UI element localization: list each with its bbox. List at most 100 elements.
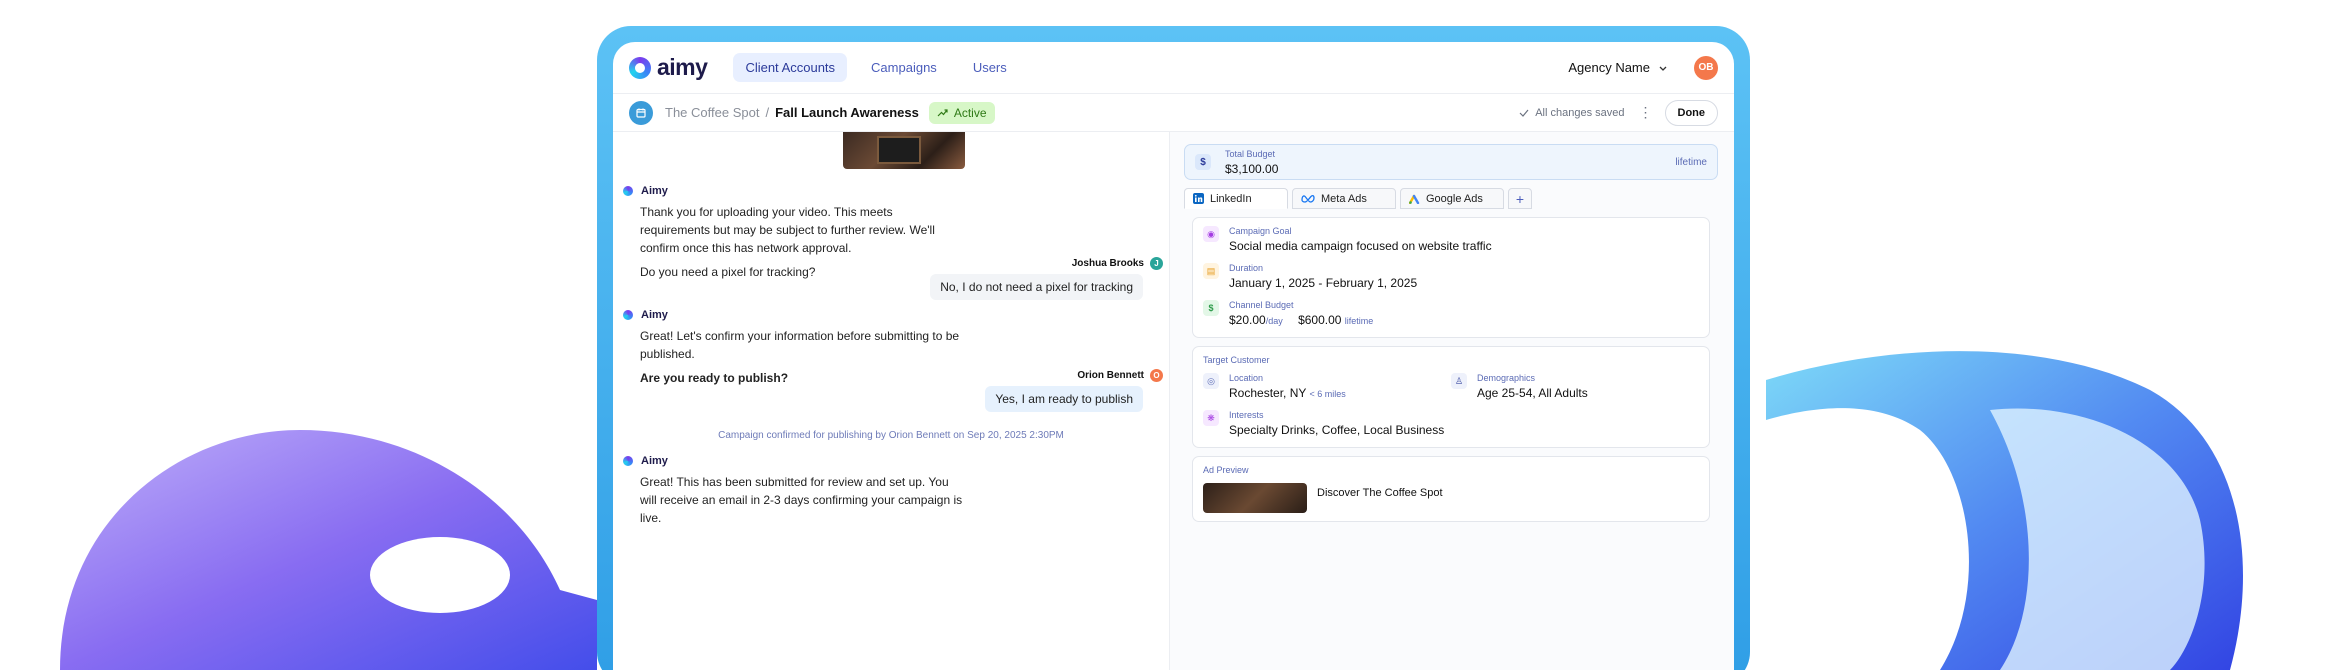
tab-label: Meta Ads (1321, 192, 1367, 205)
tab-google-ads[interactable]: Google Ads (1400, 188, 1504, 209)
device-frame: aimy Client Accounts Campaigns Users Age… (597, 26, 1750, 670)
calendar-icon[interactable] (629, 100, 653, 125)
field-value[interactable]: January 1, 2025 - February 1, 2025 (1229, 276, 1417, 290)
total-budget-card: $ Total Budget $3,100.00 lifetime (1184, 144, 1718, 180)
dollar-icon: $ (1203, 300, 1219, 316)
tab-label: Google Ads (1426, 192, 1483, 205)
save-status: All changes saved (1519, 106, 1625, 119)
save-status-text: All changes saved (1535, 106, 1625, 119)
message-bubble: No, I do not need a pixel for tracking (930, 274, 1143, 300)
done-button[interactable]: Done (1664, 99, 1718, 126)
user-avatar[interactable]: OB (1694, 55, 1718, 80)
assistant-message: Aimy Great! This has been submitted for … (623, 455, 963, 527)
channel-budget-row: $ Channel Budget $20.00/day $600.00 life… (1203, 300, 1699, 327)
daily-budget-unit: /day (1265, 316, 1283, 326)
sender-name: Aimy (641, 309, 668, 321)
target-icon: ◉ (1203, 226, 1219, 242)
tab-users[interactable]: Users (961, 53, 1019, 82)
dollar-icon: $ (1195, 154, 1211, 170)
target-customer-card: Target Customer ◎ Location Rochester, NY… (1192, 346, 1710, 448)
sender-name: Orion Bennett (1077, 370, 1144, 381)
aimy-avatar-icon (623, 186, 633, 196)
lifetime-budget-value: $600.00 (1298, 313, 1342, 327)
field-label: Channel Budget (1229, 300, 1294, 310)
breadcrumb-separator: / (765, 105, 770, 120)
people-icon: ♙ (1451, 373, 1467, 389)
field-value[interactable]: Specialty Drinks, Coffee, Local Business (1229, 423, 1444, 437)
campaign-details-panel: $ Total Budget $3,100.00 lifetime Linked… (1170, 132, 1734, 670)
system-notice: Campaign confirmed for publishing by Ori… (718, 430, 1064, 441)
sender-name: Aimy (641, 455, 668, 467)
app-logo[interactable]: aimy (629, 54, 708, 81)
workspace: Aimy Thank you for uploading your video.… (613, 132, 1734, 670)
message-text: Great! Let's confirm your information be… (640, 329, 960, 361)
location-value: Rochester, NY (1229, 386, 1307, 400)
message-text: Are you ready to publish? (640, 371, 789, 385)
avatar: J (1150, 257, 1163, 270)
field-label: Campaign Goal (1229, 226, 1292, 236)
logo-text: aimy (657, 54, 708, 80)
duration-row: ▤ Duration January 1, 2025 - February 1,… (1203, 263, 1699, 290)
card-title: Target Customer (1203, 355, 1270, 365)
aimy-avatar-icon (623, 310, 633, 320)
total-budget-label: Total Budget (1225, 148, 1276, 159)
sender-name: Aimy (641, 185, 668, 197)
meta-icon (1301, 195, 1315, 203)
message-sender: Aimy (623, 185, 963, 197)
tab-client-accounts[interactable]: Client Accounts (733, 53, 848, 82)
top-nav: aimy Client Accounts Campaigns Users Age… (613, 42, 1734, 94)
logo-icon (629, 56, 651, 79)
ad-preview[interactable]: Discover The Coffee Spot (1203, 483, 1699, 513)
field-value[interactable]: Rochester, NY < 6 miles (1229, 386, 1346, 400)
aimy-avatar-icon (623, 456, 633, 466)
budget-period: lifetime (1675, 156, 1707, 168)
campaign-header: The Coffee Spot / Fall Launch Awareness … (613, 94, 1734, 132)
user-message: Joshua Brooks J No, I do not need a pixe… (930, 257, 1163, 300)
daily-budget-value: $20.00 (1229, 313, 1266, 327)
message-sender: Joshua Brooks J (1072, 257, 1163, 270)
ad-preview-card: Ad Preview Discover The Coffee Spot (1192, 456, 1710, 522)
chevron-down-icon (1659, 66, 1667, 71)
field-value[interactable]: Age 25-54, All Adults (1477, 386, 1588, 400)
user-message: Orion Bennett O Yes, I am ready to publi… (985, 369, 1163, 412)
sender-name: Joshua Brooks (1071, 258, 1144, 269)
linkedin-icon (1193, 193, 1204, 204)
more-options-icon[interactable]: ⋮ (1639, 104, 1653, 121)
lightbulb-icon: ❋ (1203, 410, 1219, 426)
message-bubble: Yes, I am ready to publish (985, 386, 1143, 412)
uploaded-image[interactable] (843, 132, 965, 169)
location-radius: < 6 miles (1309, 389, 1346, 399)
interests-row: ❋ Interests Specialty Drinks, Coffee, Lo… (1203, 410, 1699, 437)
tab-linkedin[interactable]: LinkedIn (1184, 188, 1288, 209)
message-text: Great! This has been submitted for revie… (640, 475, 963, 525)
tab-meta-ads[interactable]: Meta Ads (1292, 188, 1396, 209)
location-pin-icon: ◎ (1203, 373, 1219, 389)
google-ads-icon (1409, 194, 1420, 204)
field-label: Demographics (1477, 373, 1536, 383)
trend-up-icon (937, 109, 948, 117)
target-grid: ◎ Location Rochester, NY < 6 miles ♙ Dem… (1203, 373, 1699, 410)
tab-campaigns[interactable]: Campaigns (859, 53, 949, 82)
message-text: Do you need a pixel for tracking? (640, 265, 816, 279)
channel-budget-values[interactable]: $20.00/day $600.00 lifetime (1229, 313, 1373, 327)
avatar: O (1150, 369, 1163, 382)
message-text: Thank you for uploading your video. This… (640, 205, 935, 255)
message-sender: Aimy (623, 455, 963, 467)
status-label: Active (953, 105, 987, 120)
agency-switcher[interactable]: Agency Name (1568, 60, 1668, 75)
field-label: Location (1229, 373, 1264, 383)
field-value[interactable]: Social media campaign focused on website… (1229, 239, 1492, 253)
tab-label: LinkedIn (1210, 192, 1252, 205)
channel-tabs: LinkedIn Meta Ads Google Ads + (1184, 188, 1718, 209)
breadcrumb-campaign: Fall Launch Awareness (775, 105, 919, 120)
ad-headline: Discover The Coffee Spot (1317, 487, 1443, 499)
breadcrumb-client[interactable]: The Coffee Spot (665, 105, 759, 120)
demographics-row: ♙ Demographics Age 25-54, All Adults (1451, 373, 1699, 400)
message-sender: Orion Bennett O (1077, 369, 1163, 382)
campaign-overview-card: ◉ Campaign Goal Social media campaign fo… (1192, 217, 1710, 338)
chat-panel[interactable]: Aimy Thank you for uploading your video.… (613, 132, 1170, 670)
assistant-message: Aimy Great! Let's confirm your informati… (623, 309, 983, 387)
add-channel-button[interactable]: + (1508, 188, 1532, 209)
location-row: ◎ Location Rochester, NY < 6 miles (1203, 373, 1451, 400)
assistant-message: Aimy Thank you for uploading your video.… (623, 185, 963, 281)
